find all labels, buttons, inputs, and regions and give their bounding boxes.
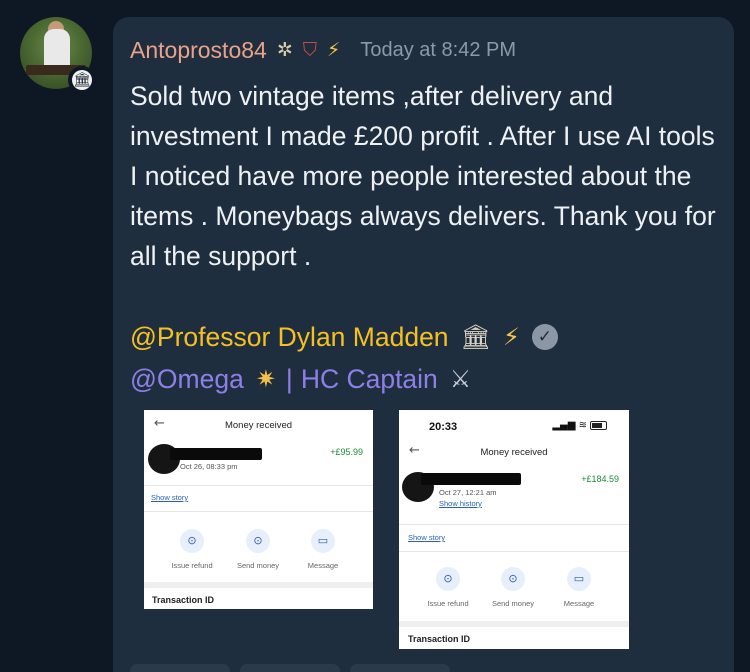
divider xyxy=(144,485,373,486)
reaction-pill[interactable] xyxy=(240,664,340,672)
role-text: HC Captain xyxy=(300,363,438,394)
message-button[interactable]: ▭ Message xyxy=(293,529,353,570)
send-money-icon: ⊙ xyxy=(501,567,525,591)
swords-icon: ⚔ xyxy=(449,365,472,393)
attachment-screenshot-2[interactable]: 20:33 ▂▄▆ ≋ ← Money received +£184.59 Oc… xyxy=(399,410,629,649)
action-label: Message xyxy=(563,599,595,608)
shield-icon: ⛉ xyxy=(302,38,318,61)
transaction-date: Oct 27, 12:21 am xyxy=(439,488,497,497)
action-label: Issue refund xyxy=(427,599,469,608)
issue-refund-button[interactable]: ⊙ Issue refund xyxy=(162,529,222,570)
reaction-pill[interactable] xyxy=(350,664,450,672)
divider xyxy=(399,524,629,525)
redacted-name xyxy=(421,473,521,485)
section-divider xyxy=(399,621,629,627)
redacted-name xyxy=(170,448,262,460)
send-money-button[interactable]: ⊙ Send money xyxy=(483,567,543,608)
username[interactable]: Antoprosto84 xyxy=(130,37,267,64)
amount: +£95.99 xyxy=(330,447,363,457)
message-button[interactable]: ▭ Message xyxy=(549,567,609,608)
show-story-link[interactable]: Show story xyxy=(151,493,188,502)
message-icon: ▭ xyxy=(567,567,591,591)
issue-refund-button[interactable]: ⊙ Issue refund xyxy=(418,567,478,608)
message-icon: ▭ xyxy=(311,529,335,553)
avatar-role-badge: 🏛 xyxy=(68,66,96,94)
transaction-id-label: Transaction ID xyxy=(408,634,471,644)
divider xyxy=(399,551,629,552)
transaction-date: Oct 26, 08:33 pm xyxy=(180,462,238,471)
signal-wifi-battery-icon: ▂▄▆ ≋ xyxy=(552,420,607,431)
lightning-icon: ⚡ xyxy=(503,323,520,351)
comet-icon: ✷ xyxy=(255,365,276,393)
pillar-icon: 🏛 xyxy=(72,70,92,90)
lightning-icon: ⚡ xyxy=(327,38,341,61)
action-label: Issue refund xyxy=(171,561,213,570)
refund-icon: ⊙ xyxy=(180,529,204,553)
phone-status-bar: 20:33 ▂▄▆ ≋ xyxy=(399,410,629,440)
show-story-link[interactable]: Show story xyxy=(408,533,445,542)
reaction-bar xyxy=(130,664,450,672)
amount: +£184.59 xyxy=(581,474,619,484)
divider xyxy=(144,511,373,512)
action-label: Send money xyxy=(236,561,280,570)
send-money-button[interactable]: ⊙ Send money xyxy=(228,529,288,570)
section-divider xyxy=(144,582,373,588)
attachment-screenshot-1[interactable]: ← Money received +£95.99 Oct 26, 08:33 p… xyxy=(144,410,373,609)
status-time: 20:33 xyxy=(429,421,458,433)
mention-text[interactable]: @Omega xyxy=(130,364,244,395)
screen-title: Money received xyxy=(224,420,293,431)
message-text: Sold two vintage items ,after delivery a… xyxy=(130,81,716,271)
action-label: Message xyxy=(307,561,339,570)
mention-text[interactable]: @Professor Dylan Madden xyxy=(130,322,449,353)
pin-icon: ✲ xyxy=(276,38,293,61)
send-money-icon: ⊙ xyxy=(246,529,270,553)
message-header: Antoprosto84 ✲ ⛉ ⚡ Today at 8:42 PM xyxy=(130,34,516,66)
transaction-id-label: Transaction ID xyxy=(152,595,215,605)
bank-icon: 🏛 xyxy=(460,323,492,351)
reaction-pill[interactable] xyxy=(130,664,230,672)
mention-professor[interactable]: @Professor Dylan Madden 🏛 ⚡ ✓ xyxy=(130,317,558,357)
refund-icon: ⊙ xyxy=(436,567,460,591)
message-timestamp: Today at 8:42 PM xyxy=(360,38,517,61)
mention-omega[interactable]: @Omega ✷ | HC Captain ⚔ xyxy=(130,359,471,399)
action-label: Send money xyxy=(491,599,535,608)
separator: | xyxy=(285,363,293,394)
verified-icon: ✓ xyxy=(531,324,558,350)
screen-title: Money received xyxy=(480,447,548,458)
show-history-link[interactable]: Show history xyxy=(439,499,482,508)
